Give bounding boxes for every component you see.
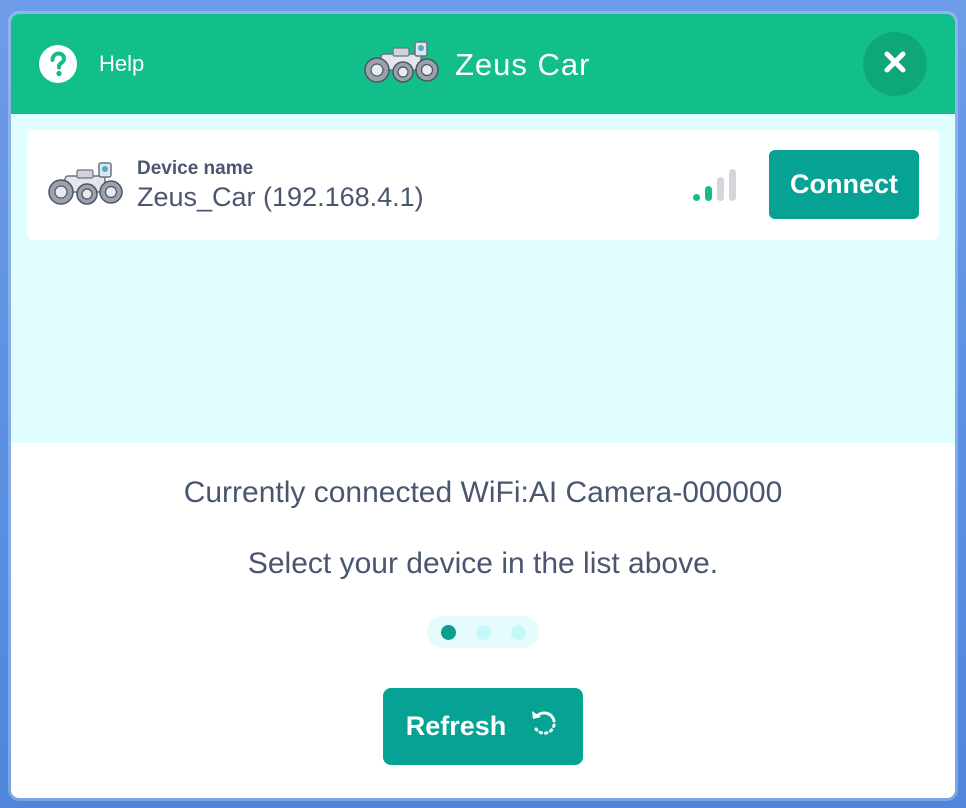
- page-indicator: [427, 616, 539, 648]
- help-button[interactable]: Help: [39, 45, 144, 83]
- app-title: Zeus Car: [455, 46, 591, 82]
- zeus-car-icon: [47, 160, 123, 213]
- zeus-car-icon: [363, 40, 439, 89]
- close-button[interactable]: [863, 32, 927, 96]
- close-icon: [883, 50, 907, 79]
- page-dot: [510, 624, 526, 640]
- signal-bar-3: [717, 177, 724, 201]
- connect-button[interactable]: Connect: [769, 150, 919, 219]
- page-dot: [475, 624, 491, 640]
- signal-bar-4: [729, 169, 736, 201]
- page-dot: [440, 624, 456, 640]
- refresh-label: Refresh: [405, 711, 507, 741]
- dialog-title: Zeus Car: [363, 40, 590, 89]
- refresh-button[interactable]: Refresh: [383, 688, 583, 765]
- current-wifi-status: Currently connected WiFi:AI Camera-00000…: [183, 476, 783, 509]
- select-device-hint: Select your device in the list above.: [247, 547, 719, 580]
- refresh-icon: [528, 707, 560, 746]
- device-name-value: Zeus_Car (192.168.4.1): [137, 182, 424, 212]
- help-label: Help: [99, 51, 145, 76]
- signal-bar-1: [693, 194, 700, 201]
- question-circle-icon: [39, 45, 77, 83]
- device-list-item[interactable]: Device name Zeus_Car (192.168.4.1) Conne…: [27, 130, 939, 240]
- wifi-signal-icon: [693, 168, 739, 204]
- dialog-header: Help Zeus Car: [11, 14, 955, 114]
- device-list: Device name Zeus_Car (192.168.4.1) Conne…: [11, 114, 955, 443]
- signal-bar-2: [705, 186, 712, 201]
- device-name-label: Device name: [137, 158, 254, 179]
- device-connect-dialog: Help Zeus Car Device name Zeus_Car (192.…: [11, 14, 955, 798]
